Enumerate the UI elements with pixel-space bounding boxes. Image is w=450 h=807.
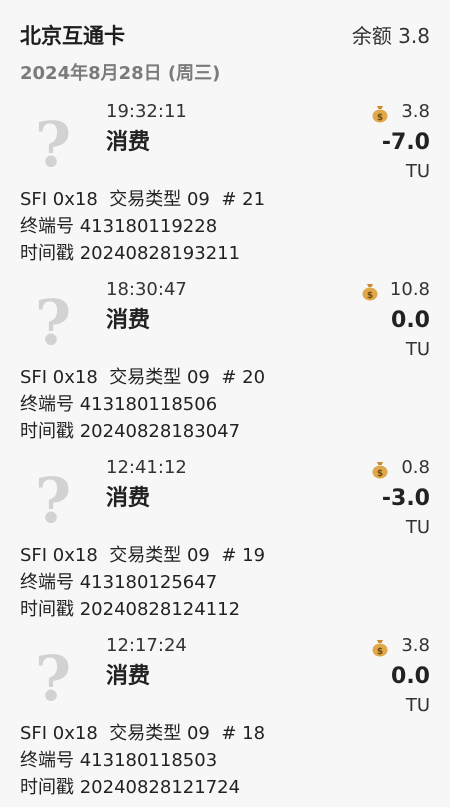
question-mark-icon: ? xyxy=(34,108,72,181)
transaction-item[interactable]: ? 12:17:24 消费 $ 3.8 0.0 TU SFI 0x18 交易类型… xyxy=(0,629,450,807)
sfi-line: SFI 0x18 交易类型 09 # 21 xyxy=(20,189,266,210)
question-mark-icon: ? xyxy=(34,642,72,715)
transaction-time: 19:32:11 xyxy=(106,101,187,122)
terminal-line: 终端号 413180125647 xyxy=(20,572,218,593)
question-mark-icon: ? xyxy=(34,286,72,359)
transaction-time: 12:41:12 xyxy=(106,457,187,478)
transaction-type: 消费 xyxy=(106,130,151,155)
terminal-line: 终端号 413180119228 xyxy=(20,216,218,237)
card-balance: 余额 3.8 xyxy=(351,24,430,48)
sfi-line: SFI 0x18 交易类型 09 # 19 xyxy=(20,545,266,566)
transaction-amount: -7.0 xyxy=(381,130,430,155)
header: 北京互通卡 余额 3.8 xyxy=(20,20,430,52)
balance-after: 10.8 xyxy=(389,279,430,300)
sfi-line: SFI 0x18 交易类型 09 # 20 xyxy=(20,367,266,388)
transaction-type: 消费 xyxy=(106,664,151,689)
card-name: 北京互通卡 xyxy=(20,24,125,48)
transaction-amount: -3.0 xyxy=(381,486,430,511)
timestamp-line: 时间戳 20240828124112 xyxy=(20,599,241,620)
question-mark-icon: ? xyxy=(34,464,72,537)
transaction-type: 消费 xyxy=(106,308,151,333)
svg-text:$: $ xyxy=(377,647,383,657)
amount-unit: TU xyxy=(405,517,430,538)
svg-text:$: $ xyxy=(377,113,383,123)
money-bag-icon: $ xyxy=(362,284,378,301)
transaction-item[interactable]: ? 12:41:12 消费 $ 0.8 -3.0 TU SFI 0x18 交易类… xyxy=(0,451,450,629)
terminal-line: 终端号 413180118506 xyxy=(20,394,218,415)
transaction-amount: 0.0 xyxy=(391,308,430,333)
transaction-type: 消费 xyxy=(106,486,151,511)
transaction-list: ? 19:32:11 消费 $ 3.8 -7.0 TU SFI 0x18 交易类… xyxy=(0,95,450,807)
timestamp-line: 时间戳 20240828193211 xyxy=(20,243,241,264)
amount-unit: TU xyxy=(405,339,430,360)
balance-after: 3.8 xyxy=(401,635,430,656)
balance-after: 3.8 xyxy=(401,101,430,122)
money-bag-icon: $ xyxy=(372,640,388,657)
amount-unit: TU xyxy=(405,695,430,716)
transaction-time: 18:30:47 xyxy=(106,279,187,300)
balance-after: 0.8 xyxy=(401,457,430,478)
transaction-amount: 0.0 xyxy=(391,664,430,689)
sfi-line: SFI 0x18 交易类型 09 # 18 xyxy=(20,723,266,744)
terminal-line: 终端号 413180118503 xyxy=(20,750,218,771)
timestamp-line: 时间戳 20240828121724 xyxy=(20,777,241,798)
transaction-item[interactable]: ? 19:32:11 消费 $ 3.8 -7.0 TU SFI 0x18 交易类… xyxy=(0,95,450,273)
svg-text:$: $ xyxy=(367,291,373,301)
timestamp-line: 时间戳 20240828183047 xyxy=(20,421,241,442)
amount-unit: TU xyxy=(405,161,430,182)
transaction-time: 12:17:24 xyxy=(106,635,187,656)
money-bag-icon: $ xyxy=(372,106,388,123)
money-bag-icon: $ xyxy=(372,462,388,479)
date-group-label: 2024年8月28日 (周三) xyxy=(20,63,221,84)
svg-text:$: $ xyxy=(377,469,383,479)
transaction-item[interactable]: ? 18:30:47 消费 $ 10.8 0.0 TU SFI 0x18 交易类… xyxy=(0,273,450,451)
